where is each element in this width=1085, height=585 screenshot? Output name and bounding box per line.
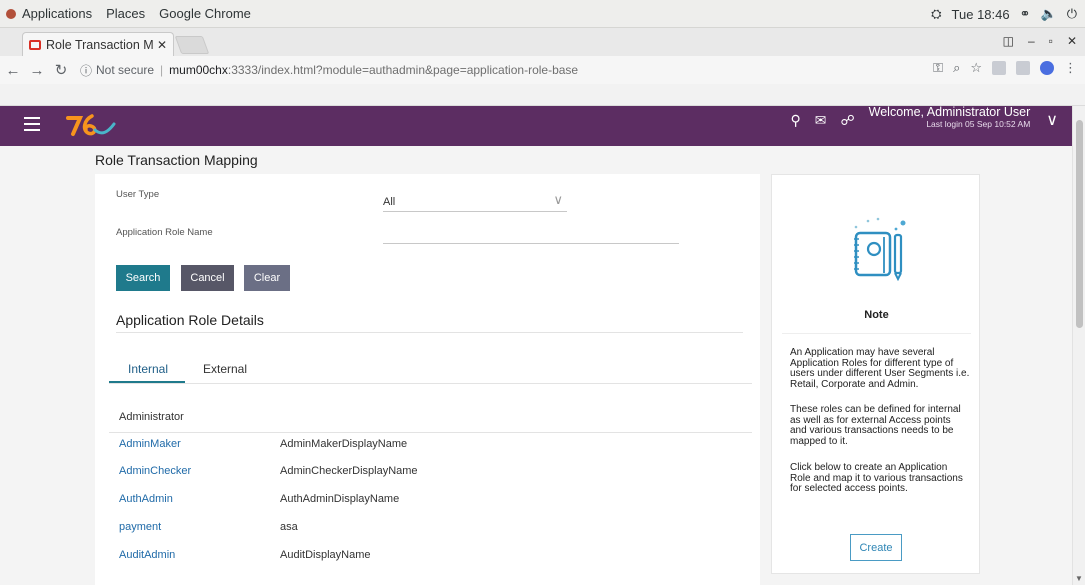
scroll-down-icon[interactable]: ▼ [1075, 574, 1083, 583]
close-window-icon[interactable]: ✕ [1067, 34, 1077, 48]
places-menu[interactable]: Places [106, 6, 145, 21]
volume-icon[interactable]: 🔈 [1041, 6, 1057, 22]
reload-icon[interactable]: ↻ [50, 61, 72, 79]
note-paragraph: Click below to create an Application Rol… [790, 462, 963, 494]
chrome-toolbar: ← → ↻ ⓘ Not secure | mum00chx:3333/index… [0, 56, 1085, 84]
star-icon[interactable]: ☆ [970, 60, 982, 76]
group-header: Administrator [119, 411, 184, 423]
group-divider [109, 432, 752, 433]
page-title: Role Transaction Mapping [95, 152, 258, 168]
note-divider [782, 333, 971, 334]
search-button[interactable]: Search [116, 265, 170, 291]
notebook-illustration-icon [854, 217, 906, 281]
chrome-tab-strip: Role Transaction M ✕ ◫ – ▫ ✕ [0, 28, 1085, 56]
clock[interactable]: Tue 18:46 [952, 7, 1010, 22]
security-label: Not secure [96, 63, 155, 77]
oracle-favicon-icon [29, 39, 41, 50]
welcome-text: Welcome, Administrator User [868, 104, 1031, 119]
clear-button[interactable]: Clear [244, 265, 290, 291]
chevron-down-icon: ∨ [553, 192, 563, 207]
tab-title: Role Transaction M [46, 37, 153, 52]
forward-arrow-icon[interactable]: → [26, 62, 48, 79]
url-path: :3333/index.html?module=authadmin&page=a… [227, 63, 579, 77]
key-icon[interactable]: ⚿ [933, 60, 943, 76]
extension-blue-icon[interactable] [1040, 61, 1054, 75]
app-role-name-input[interactable] [383, 226, 679, 244]
close-tab-icon[interactable]: ✕ [157, 38, 167, 52]
gnome-foot-icon [6, 8, 16, 19]
note-paragraph: An Application may have several Applicat… [790, 347, 970, 390]
back-arrow-icon[interactable]: ← [2, 62, 24, 79]
note-paragraph: These roles can be defined for internal … [790, 404, 961, 447]
user-group-icon[interactable]: ☍ [840, 112, 854, 129]
last-login: Last login 05 Sep 10:52 AM [926, 119, 1031, 129]
chrome-app-menu[interactable]: Google Chrome [159, 6, 251, 21]
role-link[interactable]: AuditAdmin [119, 549, 175, 561]
user-type-select[interactable]: All ∨ [383, 192, 567, 212]
role-display-name: asa [280, 521, 298, 533]
info-icon[interactable]: ⓘ [80, 62, 92, 79]
section-divider [116, 332, 743, 333]
window-controls: ◫ – ▫ ✕ [1003, 34, 1077, 48]
header-actions: ⚲ ✉ ☍ Welcome, Administrator User Last l… [790, 105, 1058, 130]
role-link[interactable]: payment [119, 521, 161, 533]
tab-internal[interactable]: Internal [128, 362, 168, 376]
extension-icon[interactable] [992, 61, 1006, 75]
network-icon[interactable]: ⚭ [1020, 6, 1031, 22]
gnome-tray: ⛭ Tue 18:46 ⚭ 🔈 ⏻ [931, 0, 1077, 28]
user-menu[interactable]: Welcome, Administrator User Last login 0… [869, 105, 1031, 129]
search-icon[interactable]: ⚲ [790, 112, 800, 129]
role-display-name: AdminMakerDisplayName [280, 438, 408, 450]
role-display-name: AdminCheckerDisplayName [280, 465, 418, 477]
note-card: Note An Application may have several App… [771, 174, 980, 574]
app-role-name-label: Application Role Name [116, 227, 213, 238]
create-button[interactable]: Create [850, 534, 902, 561]
hamburger-menu-icon[interactable] [24, 117, 40, 131]
maximize-icon[interactable]: ▫ [1049, 34, 1053, 48]
profile-icon[interactable]: ◫ [1003, 34, 1014, 48]
mail-icon[interactable]: ✉ [815, 112, 827, 129]
extension-k-icon[interactable] [1016, 61, 1030, 75]
zoom-icon[interactable]: ⌕ [953, 60, 960, 76]
minimize-icon[interactable]: – [1028, 34, 1035, 48]
url-host: mum00chx [169, 63, 228, 77]
note-title: Note [864, 309, 889, 321]
page-scrollbar[interactable]: ▼ [1072, 106, 1085, 585]
url-bar[interactable]: ⓘ Not secure | mum00chx:3333/index.html?… [80, 59, 910, 81]
role-display-name: AuditDisplayName [280, 549, 371, 561]
tabs-divider [109, 383, 752, 384]
chevron-down-icon[interactable]: ∨ [1046, 110, 1058, 130]
toolbar-actions: ⚿ ⌕ ☆ ⋮ [933, 60, 1077, 76]
gnome-top-bar: Applications Places Google Chrome ⛭ Tue … [0, 0, 1085, 28]
url-separator: | [160, 63, 164, 77]
gnome-menu: Applications Places Google Chrome [6, 6, 265, 21]
user-type-value: All [383, 196, 396, 208]
applications-menu[interactable]: Applications [22, 6, 92, 21]
brand-logo[interactable] [64, 112, 118, 140]
role-link[interactable]: AuthAdmin [119, 493, 173, 505]
bookmarks-area [0, 84, 1085, 106]
role-link[interactable]: AdminMaker [119, 438, 181, 450]
section-title: Application Role Details [116, 312, 264, 328]
chrome-menu-icon[interactable]: ⋮ [1064, 60, 1077, 76]
scrollbar-thumb[interactable] [1076, 120, 1083, 328]
app-header: ⚲ ✉ ☍ Welcome, Administrator User Last l… [0, 105, 1072, 146]
role-display-name: AuthAdminDisplayName [280, 493, 400, 505]
power-icon[interactable]: ⏻ [1067, 6, 1077, 22]
new-tab-button[interactable] [174, 36, 210, 54]
browser-tab[interactable]: Role Transaction M ✕ [22, 32, 174, 56]
accessibility-icon[interactable]: ⛭ [931, 6, 941, 22]
user-type-label: User Type [116, 189, 160, 200]
tab-external[interactable]: External [203, 362, 247, 376]
cancel-button[interactable]: Cancel [181, 265, 234, 291]
role-link[interactable]: AdminChecker [119, 465, 191, 477]
